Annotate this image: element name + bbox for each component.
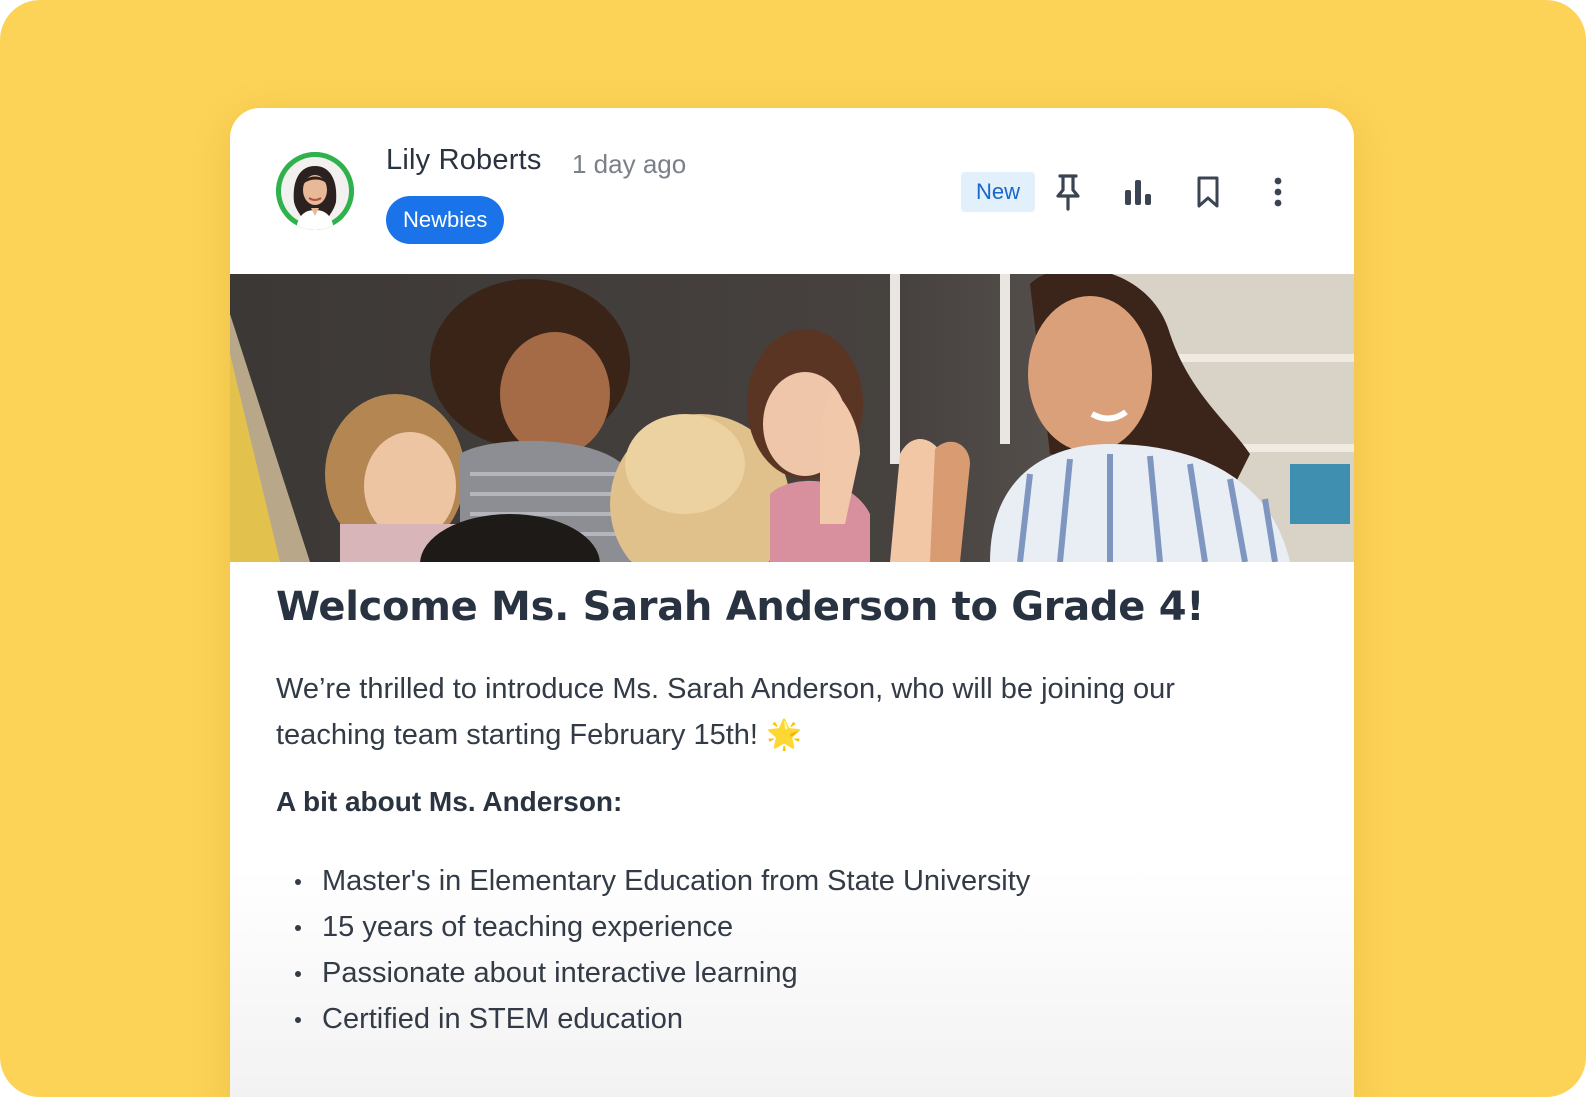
classroom-photo <box>230 274 1354 562</box>
post-header: Lily Roberts 1 day ago Newbies New <box>230 108 1354 274</box>
new-status-badge: New <box>961 172 1035 212</box>
post-hero-image <box>230 274 1354 562</box>
post-intro: We’re thrilled to introduce Ms. Sarah An… <box>276 673 1175 751</box>
bar-chart-icon <box>1125 180 1151 205</box>
post-subheading: A bit about Ms. Anderson: <box>276 786 623 817</box>
avatar-portrait <box>276 152 354 230</box>
bookmark-icon <box>1197 176 1219 208</box>
author-name[interactable]: Lily Roberts <box>386 144 542 177</box>
author-avatar[interactable] <box>276 152 354 230</box>
more-options-button[interactable] <box>1256 170 1300 214</box>
analytics-button[interactable] <box>1116 170 1160 214</box>
list-item: Master's in Elementary Education from St… <box>276 858 1030 904</box>
more-vertical-icon <box>1274 177 1282 207</box>
list-item: Passionate about interactive learning <box>276 950 1030 996</box>
bio-list: Master's in Elementary Education from St… <box>276 858 1030 1042</box>
pin-button[interactable] <box>1046 170 1090 214</box>
post-title: Welcome Ms. Sarah Anderson to Grade 4! <box>276 584 1205 630</box>
list-item: Certified in STEM education <box>276 996 1030 1042</box>
list-item: 15 years of teaching experience <box>276 904 1030 950</box>
group-tag-badge[interactable]: Newbies <box>386 196 505 244</box>
bookmark-button[interactable] <box>1186 170 1230 214</box>
page-background: Lily Roberts 1 day ago Newbies New Welco… <box>0 0 1586 1097</box>
pin-icon <box>1056 174 1080 211</box>
post-card: Lily Roberts 1 day ago Newbies New Welco… <box>230 108 1354 1097</box>
post-timestamp: 1 day ago <box>572 149 687 179</box>
